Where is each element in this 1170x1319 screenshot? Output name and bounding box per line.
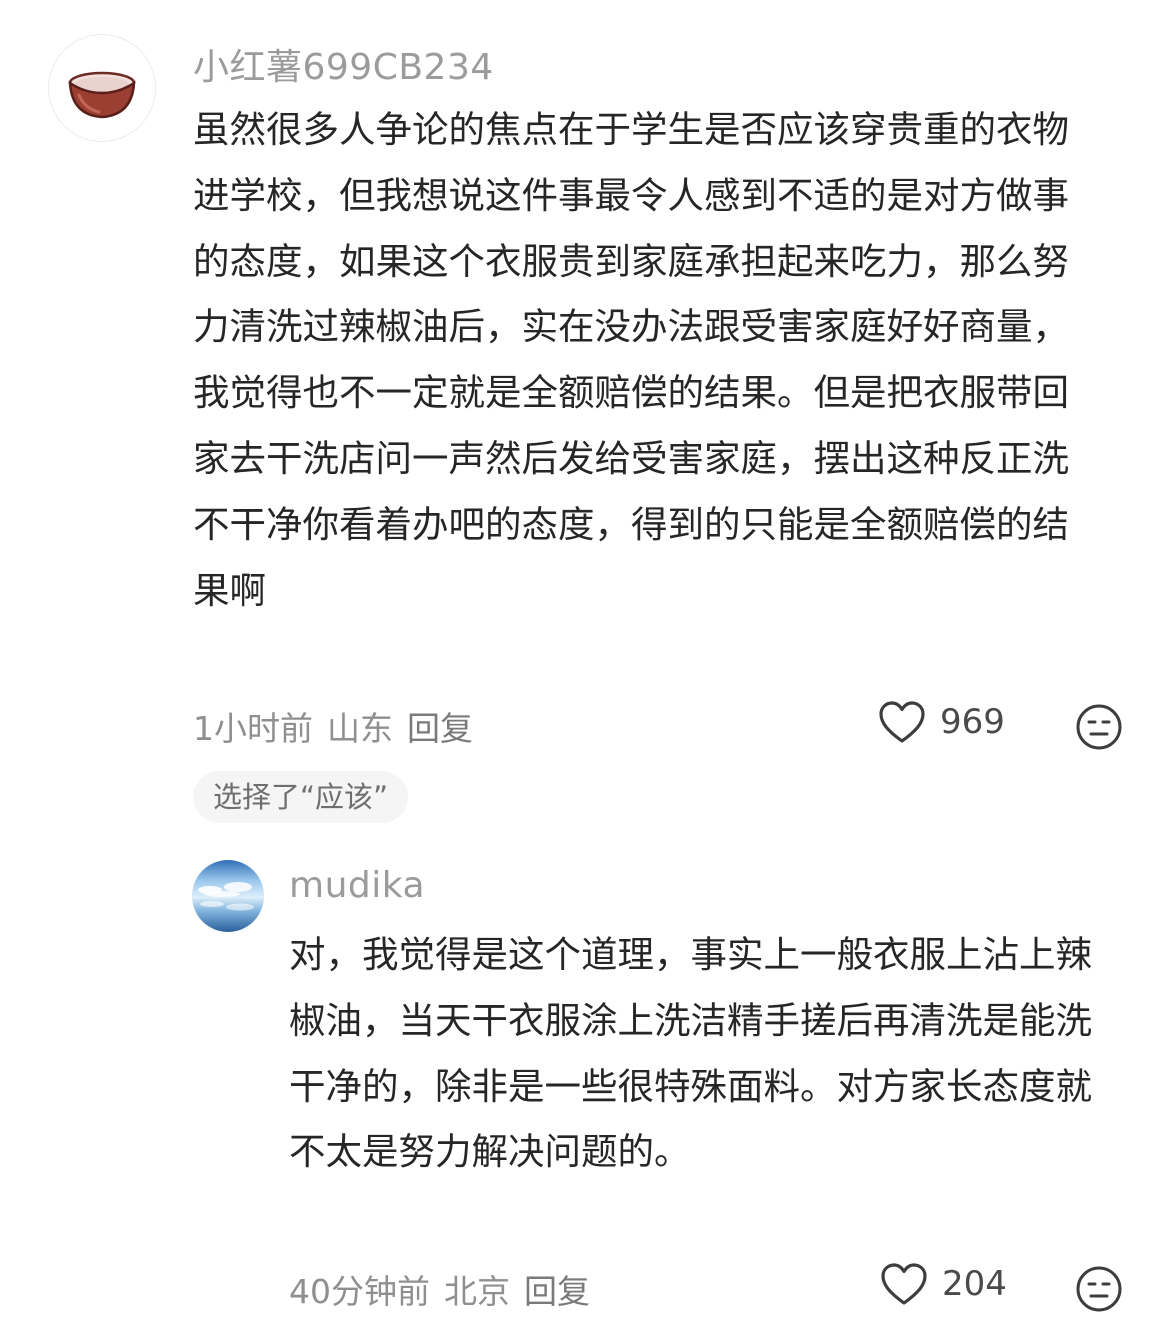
vote-tag: 选择了“应该”	[193, 771, 409, 823]
reaction-button[interactable]	[1075, 1265, 1123, 1313]
comment-location: 北京	[444, 1272, 510, 1311]
comment-meta: 40分钟前 北京 回复	[289, 1265, 590, 1313]
comment-item: 小红薯699CB234 虽然很多人争论的焦点在于学生是否应该穿贵重的衣物进学校，…	[0, 0, 1170, 840]
like-button[interactable]: 969	[878, 700, 1005, 744]
username[interactable]: 小红薯699CB234	[193, 38, 494, 90]
comment-time: 40分钟前	[289, 1272, 430, 1311]
comment-location: 山东	[327, 709, 393, 748]
user-avatar[interactable]	[48, 34, 156, 142]
comment-text: 对，我觉得是这个道理，事实上一般衣服上沾上辣椒油，当天干衣服涂上洗洁精手搓后再清…	[289, 933, 1092, 1174]
comment-text: 虽然很多人争论的焦点在于学生是否应该穿贵重的衣物进学校，但我想说这件事最令人感到…	[193, 108, 1069, 612]
like-button[interactable]: 204	[880, 1262, 1007, 1306]
sky-sea-avatar	[192, 860, 264, 932]
bowl-icon	[68, 71, 136, 119]
heart-outline-icon	[879, 701, 925, 743]
neutral-face-icon	[1076, 1266, 1122, 1312]
reaction-button[interactable]	[1075, 703, 1123, 751]
comment-time: 1小时前	[193, 709, 313, 748]
heart-outline-icon	[881, 1263, 927, 1305]
like-count: 969	[940, 702, 1005, 742]
user-avatar[interactable]	[192, 860, 264, 932]
like-count: 204	[942, 1264, 1007, 1304]
reply-button[interactable]: 回复	[524, 1272, 590, 1311]
comment-meta: 1小时前 山东 回复	[193, 702, 473, 750]
neutral-face-icon	[1076, 704, 1122, 750]
username[interactable]: mudika	[289, 865, 425, 906]
reply-button[interactable]: 回复	[407, 709, 473, 748]
reply-item: mudika 对，我觉得是这个道理，事实上一般衣服上沾上辣椒油，当天干衣服涂上洗…	[0, 840, 1170, 1319]
